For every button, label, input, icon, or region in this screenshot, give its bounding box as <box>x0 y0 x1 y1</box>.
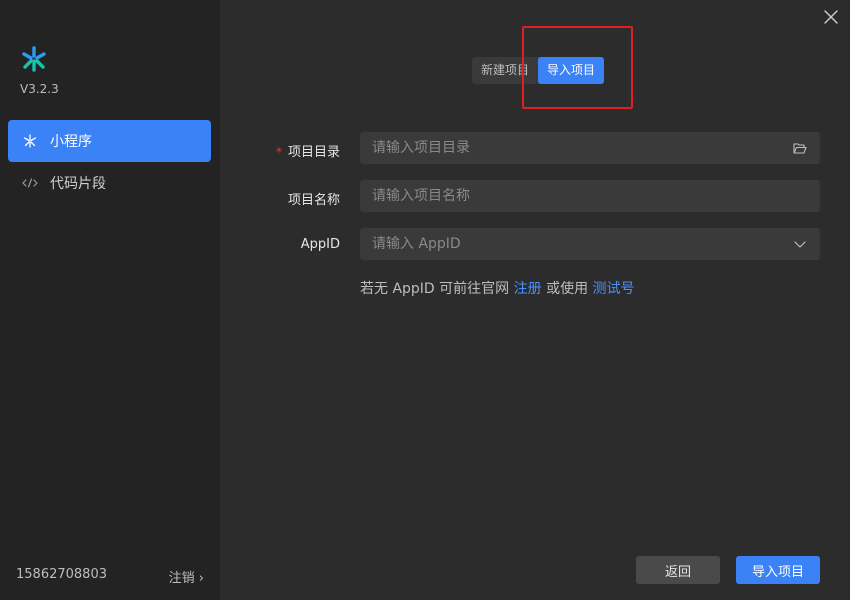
project-name-input[interactable] <box>360 180 820 212</box>
logout-link[interactable]: 注销 › <box>169 567 204 586</box>
appid-field <box>360 228 820 260</box>
appid-input[interactable] <box>360 228 780 260</box>
account-number: 15862708803 <box>16 567 107 582</box>
folder-icon[interactable] <box>780 142 820 154</box>
sidebar: V3.2.3 小程序 代码片段 15862708803 注销 › <box>0 0 220 600</box>
project-dir-input[interactable] <box>360 132 780 164</box>
hint-text-middle: 或使用 <box>541 281 593 297</box>
test-account-link[interactable]: 测试号 <box>593 281 635 297</box>
register-link[interactable]: 注册 <box>514 281 542 297</box>
app-logo-icon <box>22 46 46 72</box>
hint-text: 若无 AppID 可前往官网 <box>360 281 514 297</box>
tab-new-project[interactable]: 新建项目 <box>472 57 538 84</box>
app-version: V3.2.3 <box>20 82 59 96</box>
close-icon[interactable] <box>824 10 838 24</box>
tab-import-project[interactable]: 导入项目 <box>538 57 605 84</box>
appid-hint: 若无 AppID 可前往官网 注册 或使用 测试号 <box>360 278 635 298</box>
code-icon <box>22 175 38 191</box>
project-mode-switch: 新建项目 导入项目 <box>472 57 605 84</box>
project-name-label: 项目名称 <box>287 193 340 208</box>
miniprogram-icon <box>22 133 38 149</box>
appid-label: AppID <box>300 237 340 252</box>
sidebar-item-miniprogram[interactable]: 小程序 <box>8 120 211 162</box>
import-project-button[interactable]: 导入项目 <box>736 556 820 584</box>
sidebar-item-label: 代码片段 <box>50 176 106 192</box>
project-name-field <box>360 180 820 212</box>
sidebar-item-label: 小程序 <box>50 134 92 150</box>
required-asterisk: * <box>275 145 282 159</box>
project-dir-field <box>360 132 820 164</box>
sidebar-item-code-snippets[interactable]: 代码片段 <box>8 162 211 204</box>
project-dir-label: * 项目目录 <box>275 145 340 160</box>
chevron-down-icon[interactable] <box>780 240 820 248</box>
app-window: V3.2.3 小程序 代码片段 15862708803 注销 › 新建项目 导入… <box>0 0 850 600</box>
back-button[interactable]: 返回 <box>636 556 720 584</box>
